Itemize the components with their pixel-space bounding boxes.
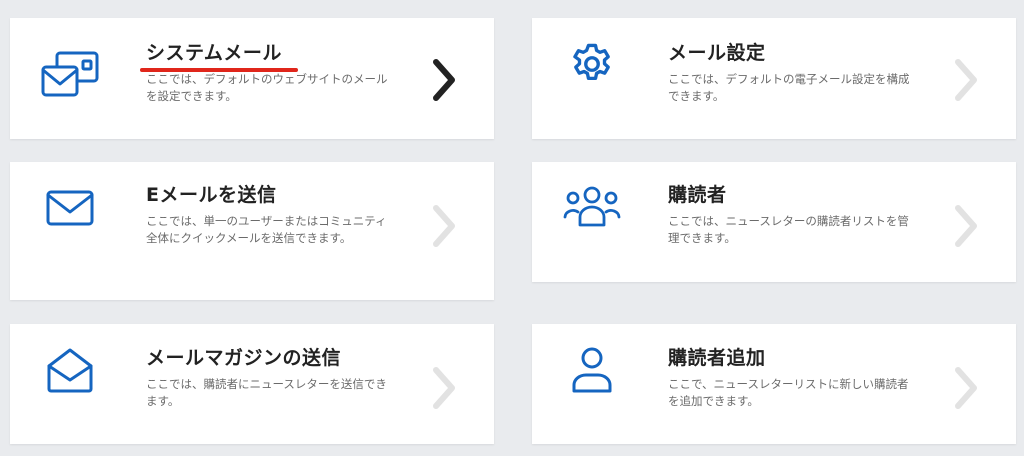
chevron-right-icon[interactable] bbox=[952, 58, 980, 102]
chevron-right-icon[interactable] bbox=[952, 204, 980, 248]
card-title: メール設定 bbox=[668, 42, 766, 64]
card-send-newsletter[interactable]: メールマガジンの送信 ここでは、購読者にニュースレターを送信できます。 bbox=[10, 324, 494, 444]
card-send-email[interactable]: Eメールを送信 ここでは、単一のユーザーまたはコミュニティ全体にクイックメールを… bbox=[10, 162, 494, 300]
card-title: メールマガジンの送信 bbox=[146, 347, 342, 369]
chevron-right-icon[interactable] bbox=[430, 204, 458, 248]
gear-icon bbox=[560, 38, 624, 90]
card-title: 購読者追加 bbox=[668, 347, 766, 369]
card-title: Eメールを送信 bbox=[146, 184, 277, 206]
user-icon bbox=[560, 344, 624, 396]
chevron-right-icon[interactable] bbox=[430, 366, 458, 410]
card-system-mail[interactable]: システムメール ここでは、デフォルトのウェブサイトのメールを設定できます。 bbox=[10, 18, 494, 139]
card-subscribers[interactable]: 購読者 ここでは、ニュースレターの購読者リストを管理できます。 bbox=[532, 162, 1016, 282]
card-description: ここで、ニュースレターリストに新しい購読者を追加できます。 bbox=[668, 377, 909, 408]
card-add-subscriber[interactable]: 購読者追加 ここで、ニュースレターリストに新しい購読者を追加できます。 bbox=[532, 324, 1016, 444]
card-description: ここでは、購読者にニュースレターを送信できます。 bbox=[146, 377, 387, 408]
open-envelope-icon bbox=[38, 344, 102, 396]
chevron-right-icon[interactable] bbox=[952, 366, 980, 410]
card-mail-settings[interactable]: メール設定 ここでは、デフォルトの電子メール設定を構成できます。 bbox=[532, 18, 1016, 139]
users-icon bbox=[560, 180, 624, 232]
card-title: 購読者 bbox=[668, 184, 727, 206]
card-description: ここでは、デフォルトの電子メール設定を構成できます。 bbox=[668, 72, 910, 103]
system-mail-icon bbox=[38, 48, 102, 100]
card-description: ここでは、単一のユーザーまたはコミュニティ全体にクイックメールを送信できます。 bbox=[146, 214, 387, 245]
chevron-right-icon[interactable] bbox=[430, 58, 458, 102]
card-title: システムメール bbox=[146, 42, 282, 64]
envelope-icon bbox=[38, 182, 102, 234]
card-description: ここでは、ニュースレターの購読者リストを管理できます。 bbox=[668, 214, 909, 245]
card-description: ここでは、デフォルトのウェブサイトのメールを設定できます。 bbox=[146, 72, 388, 103]
